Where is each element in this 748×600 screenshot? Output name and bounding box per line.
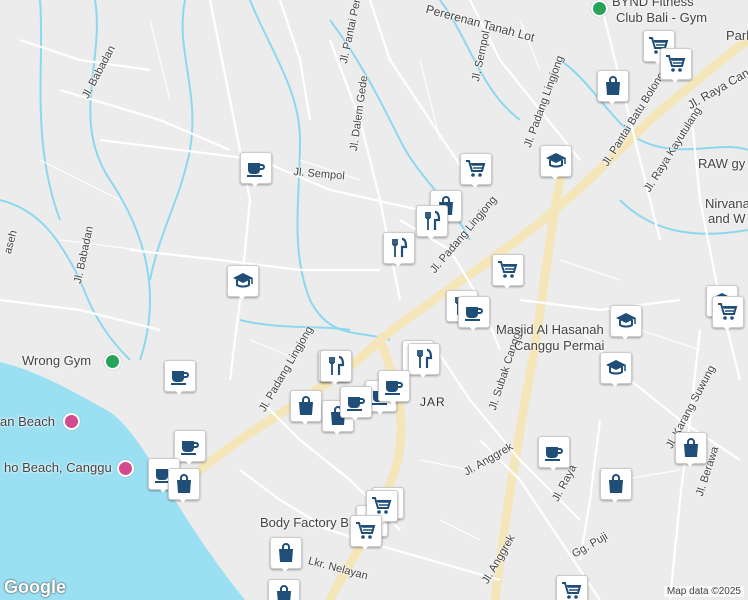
map-data-attribution[interactable]: Map data ©2025 — [663, 586, 744, 597]
coffee-cup-icon — [465, 307, 483, 321]
map-marker[interactable] — [556, 575, 588, 600]
map-marker[interactable] — [540, 145, 572, 180]
restaurant-icon — [392, 237, 408, 257]
coffee-cup-icon — [385, 381, 403, 395]
map-marker[interactable] — [597, 70, 629, 105]
shopping-bag-icon — [177, 474, 191, 493]
place-label[interactable]: BYND Fitness — [612, 0, 694, 9]
grocery-cart-icon — [466, 160, 486, 177]
map-marker[interactable] — [600, 352, 632, 387]
shopping-bag-icon — [609, 474, 623, 493]
map-marker[interactable] — [538, 436, 570, 471]
map-marker[interactable] — [600, 468, 632, 503]
map-marker[interactable] — [378, 370, 410, 405]
place-label[interactable]: Club Bali - Gym — [616, 10, 707, 25]
education-icon — [616, 313, 636, 328]
map-marker[interactable] — [340, 386, 372, 421]
shopping-bag-icon — [684, 438, 698, 457]
place-label[interactable]: an Beach — [0, 414, 55, 429]
map-marker[interactable] — [416, 205, 448, 240]
map-marker[interactable] — [168, 468, 200, 503]
map-marker[interactable] — [383, 232, 415, 267]
fitness-place-icon[interactable] — [104, 353, 121, 370]
map-marker[interactable] — [227, 265, 259, 300]
place-label[interactable]: Nirvana — [705, 196, 748, 211]
coffee-cup-icon — [347, 397, 365, 411]
place-label[interactable]: ho Beach, Canggu — [4, 460, 112, 475]
restaurant-icon — [329, 355, 345, 375]
shopping-bag-icon — [277, 585, 291, 600]
attraction-place-icon[interactable] — [63, 413, 80, 430]
place-label[interactable]: Masjid Al Hasanah — [496, 322, 604, 337]
map-marker[interactable] — [492, 254, 524, 289]
fitness-place-icon[interactable] — [591, 0, 608, 17]
map-marker[interactable] — [675, 432, 707, 467]
education-icon — [546, 153, 566, 168]
coffee-cup-icon — [181, 441, 199, 455]
map-marker[interactable] — [164, 360, 196, 395]
map-marker[interactable] — [268, 579, 300, 600]
coffee-cup-icon — [545, 447, 563, 461]
coffee-cup-icon — [171, 371, 189, 385]
grocery-cart-icon — [666, 55, 686, 72]
grocery-cart-icon — [562, 582, 582, 599]
map-canvas[interactable]: Jl. Babadan Jl. Babadan Jl. Pantai Pere … — [0, 0, 748, 600]
map-marker[interactable] — [270, 537, 302, 572]
map-marker[interactable] — [320, 350, 352, 385]
restaurant-icon — [417, 348, 433, 368]
map-marker[interactable] — [408, 343, 440, 378]
attraction-place-icon[interactable] — [117, 460, 134, 477]
map-marker[interactable] — [712, 296, 744, 331]
map-marker[interactable] — [240, 152, 272, 187]
restaurant-icon — [425, 210, 441, 230]
grocery-cart-icon — [718, 303, 738, 320]
area-label: JAR — [420, 395, 446, 409]
map-marker[interactable] — [660, 48, 692, 83]
shopping-bag-icon — [299, 396, 313, 415]
place-label[interactable]: Wrong Gym — [22, 353, 91, 368]
education-icon — [606, 360, 626, 375]
coffee-cup-icon — [247, 163, 265, 177]
education-icon — [233, 273, 253, 288]
map-marker[interactable] — [610, 305, 642, 340]
map-marker[interactable] — [458, 296, 490, 331]
place-label[interactable]: Canggu Permai — [514, 338, 604, 353]
map-marker[interactable] — [350, 515, 382, 550]
map-marker[interactable] — [174, 430, 206, 465]
place-label[interactable]: and W — [708, 211, 746, 226]
grocery-cart-icon — [356, 522, 376, 539]
map-marker[interactable] — [460, 153, 492, 188]
shopping-bag-icon — [606, 76, 620, 95]
google-logo[interactable]: Google — [4, 577, 66, 598]
shopping-bag-icon — [279, 543, 293, 562]
grocery-cart-icon — [498, 261, 518, 278]
place-label[interactable]: Park — [726, 28, 748, 43]
place-label[interactable]: RAW gy — [698, 156, 745, 171]
map-marker[interactable] — [290, 390, 322, 425]
place-label[interactable]: Body Factory B — [260, 515, 349, 530]
